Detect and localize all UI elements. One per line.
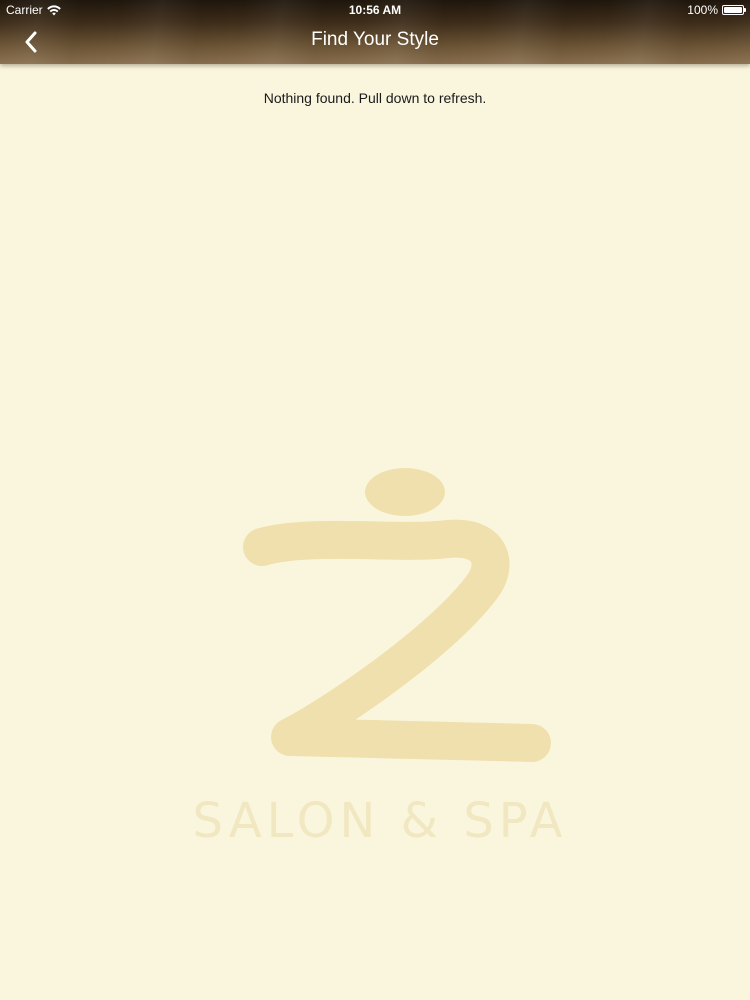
battery-info: 100% <box>687 3 746 17</box>
nav-bar: Find Your Style <box>0 20 750 64</box>
battery-fill <box>724 7 742 13</box>
watermark-text: SALON & SPA <box>192 793 568 849</box>
page-title: Find Your Style <box>311 29 439 50</box>
watermark-logo: SALON & SPA <box>190 455 570 855</box>
status-bar: Carrier 10:56 AM 100% <box>0 0 750 20</box>
screen: Carrier 10:56 AM 100% Find Your Style No… <box>0 0 750 1000</box>
battery-percent: 100% <box>687 3 718 17</box>
navigation-bar: Carrier 10:56 AM 100% Find Your Style <box>0 0 750 64</box>
battery-icon <box>722 5 746 15</box>
z-logo-icon <box>243 468 551 762</box>
empty-state-message[interactable]: Nothing found. Pull down to refresh. <box>0 90 750 106</box>
status-time: 10:56 AM <box>348 3 402 17</box>
